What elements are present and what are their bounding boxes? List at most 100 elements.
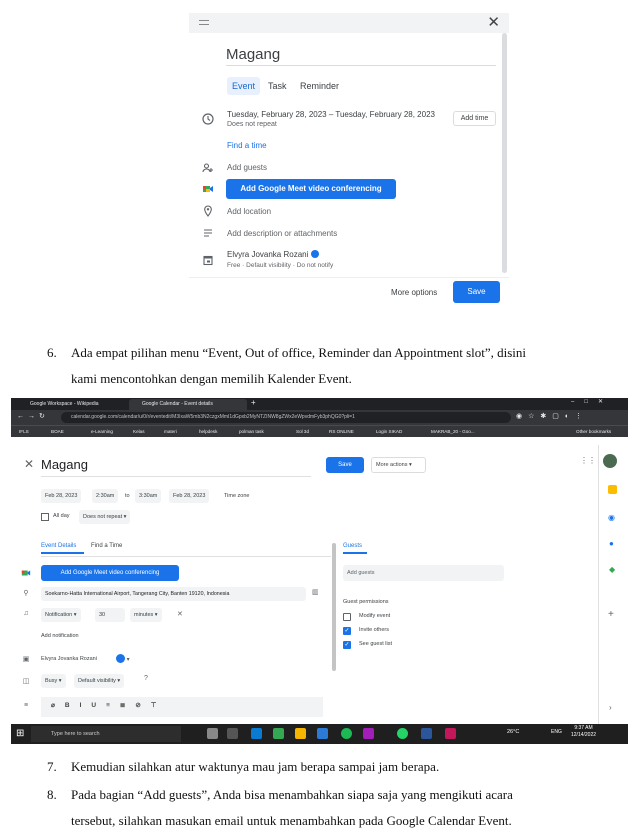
add-guests-input[interactable]: Add guests [343, 565, 504, 581]
event-title[interactable]: Magang [226, 46, 280, 63]
more-options-button[interactable]: More options [391, 288, 437, 297]
windows-start-icon[interactable]: ⊞ [16, 728, 24, 740]
calendar-owner[interactable]: Elvyra Jovanka Rozani [227, 250, 320, 259]
details-scrollbar[interactable] [332, 543, 336, 671]
app-icon[interactable] [363, 728, 374, 739]
repeat-dropdown[interactable]: Does not repeat ▾ [79, 510, 131, 524]
add-meet-button[interactable]: Add Google Meet video conferencing [41, 565, 179, 581]
notification-value-input[interactable]: 30 [95, 608, 125, 622]
store-icon[interactable] [317, 728, 328, 739]
bookmark[interactable]: helpdesk [199, 428, 217, 436]
event-datetime[interactable]: Tuesday, February 28, 2023 – Tuesday, Fe… [227, 110, 435, 119]
close-icon[interactable]: ✕ [24, 457, 34, 471]
add-location-field[interactable]: Add location [227, 207, 271, 216]
edge-icon[interactable] [251, 728, 262, 739]
word-icon[interactable] [421, 728, 432, 739]
drag-handle-icon[interactable] [199, 20, 209, 25]
tab-event-details[interactable]: Event Details [41, 543, 76, 549]
bookmark[interactable]: Kelas [133, 428, 145, 436]
invite-others-label: Invite others [359, 627, 389, 633]
bookmark[interactable]: polman task [239, 428, 264, 436]
contacts-icon[interactable]: ● [609, 539, 614, 548]
start-date-field[interactable]: Feb 28, 2023 [41, 489, 82, 503]
more-actions-dropdown[interactable]: More actions ▾ [371, 457, 426, 473]
title-underline [41, 476, 311, 477]
tab-guests[interactable]: Guests [343, 543, 362, 549]
time-zone-link[interactable]: Time zone [224, 493, 249, 499]
visibility-dropdown[interactable]: Default visibility ▾ [74, 674, 125, 688]
dialog-drag-bar[interactable]: ✕ [189, 13, 509, 33]
map-icon[interactable]: ▥ [312, 588, 319, 596]
apps-grid-icon[interactable]: ⋮⋮ [580, 456, 596, 465]
tab-event[interactable]: Event [227, 77, 261, 95]
all-day-checkbox[interactable] [41, 513, 49, 521]
calendar-color-picker[interactable]: ▾ [116, 654, 130, 663]
add-description-field[interactable]: Add description or attachments [227, 229, 337, 238]
nav-arrows-icon[interactable]: ←→↻ [17, 412, 49, 420]
add-guests-field[interactable]: Add guests [227, 163, 267, 172]
other-bookmarks[interactable]: Other bookmarks [576, 428, 611, 436]
calendar-color-dot [311, 250, 320, 258]
remove-notification-icon[interactable]: ✕ [177, 610, 183, 618]
keep-icon[interactable] [608, 485, 617, 494]
language-indicator[interactable]: ENG [551, 729, 562, 735]
bell-icon: ♫ [23, 610, 29, 617]
browser-tab-wikipedia[interactable]: Google Workspace - Wikipedia [17, 399, 127, 410]
see-guest-list-checkbox[interactable]: ✓ [343, 641, 351, 649]
repeat-text[interactable]: Does not repeat [227, 121, 277, 128]
help-icon[interactable]: ? [144, 675, 148, 682]
bookmark[interactable]: RS ONLINE [329, 428, 354, 436]
save-button[interactable]: Save [453, 281, 500, 303]
description-icon [201, 227, 215, 241]
add-meet-button[interactable]: Add Google Meet video conferencing [226, 179, 396, 199]
end-date-field[interactable]: Feb 28, 2023 [169, 489, 210, 503]
spotify-icon[interactable] [341, 728, 352, 739]
url-field[interactable]: calendar.google.com/calendar/u/0/r/event… [61, 412, 511, 423]
bookmark[interactable]: BOAE [51, 428, 64, 436]
start-time-field[interactable]: 2:30am [92, 489, 119, 503]
calendar-icon: ▣ [22, 656, 30, 663]
location-input[interactable]: Soekarno-Hatta International Airport, Ta… [41, 587, 306, 601]
save-button[interactable]: Save [326, 457, 364, 473]
bookmark[interactable]: IFLS [19, 428, 29, 436]
location-pin-icon: ⚲ [23, 590, 29, 597]
weather-text[interactable]: 26°C [507, 729, 519, 735]
end-time-field[interactable]: 3:30am [135, 489, 162, 503]
tab-reminder[interactable]: Reminder [295, 77, 344, 95]
close-icon[interactable]: ✕ [487, 14, 500, 32]
app-icon[interactable] [445, 728, 456, 739]
bookmark[interactable]: Sol 3d [296, 428, 309, 436]
bookmark[interactable]: e-Learning [91, 428, 113, 436]
file-explorer-icon[interactable] [295, 728, 306, 739]
invite-others-checkbox[interactable]: ✓ [343, 627, 351, 635]
taskbar-search-input[interactable]: Type here to search [31, 726, 181, 742]
bookmark[interactable]: Login SIKAD [376, 428, 402, 436]
extension-icons[interactable]: ◉☆✱▢◐⋮ [516, 412, 588, 420]
whatsapp-icon[interactable] [397, 728, 408, 739]
new-tab-icon[interactable]: + [251, 398, 256, 407]
task-view-icon[interactable] [227, 728, 238, 739]
window-controls-icon[interactable]: –□✕ [571, 398, 613, 405]
bookmark[interactable]: MAKRAB_20 - Goo... [431, 428, 475, 436]
add-time-button[interactable]: Add time [453, 111, 496, 126]
modify-event-checkbox[interactable] [343, 613, 351, 621]
cortana-icon[interactable] [207, 728, 218, 739]
notification-unit-dropdown[interactable]: minutes ▾ [130, 608, 162, 622]
busy-dropdown[interactable]: Busy ▾ [41, 674, 66, 688]
notification-type-dropdown[interactable]: Notification ▾ [41, 608, 81, 622]
bookmark[interactable]: materi [164, 428, 177, 436]
add-addon-icon[interactable]: + [608, 609, 614, 620]
add-notification-link[interactable]: Add notification [41, 633, 79, 639]
event-title-input[interactable]: Magang [41, 457, 88, 472]
tasks-icon[interactable]: ◉ [608, 513, 615, 522]
clock[interactable]: 9:37 AM 12/14/2022 [571, 725, 596, 739]
expand-panel-icon[interactable]: › [609, 703, 612, 712]
maps-icon[interactable]: ◆ [609, 565, 615, 574]
formatting-icons[interactable]: ⌀BIU≡≣⊘⊤ [51, 701, 166, 709]
dialog-scrollbar[interactable] [502, 33, 507, 273]
find-time-link[interactable]: Find a time [227, 141, 267, 150]
chrome-icon[interactable] [273, 728, 284, 739]
tab-find-a-time[interactable]: Find a Time [91, 543, 122, 549]
tab-task[interactable]: Task [263, 77, 292, 95]
browser-tab-calendar[interactable]: Google Calendar - Event details [129, 399, 247, 410]
